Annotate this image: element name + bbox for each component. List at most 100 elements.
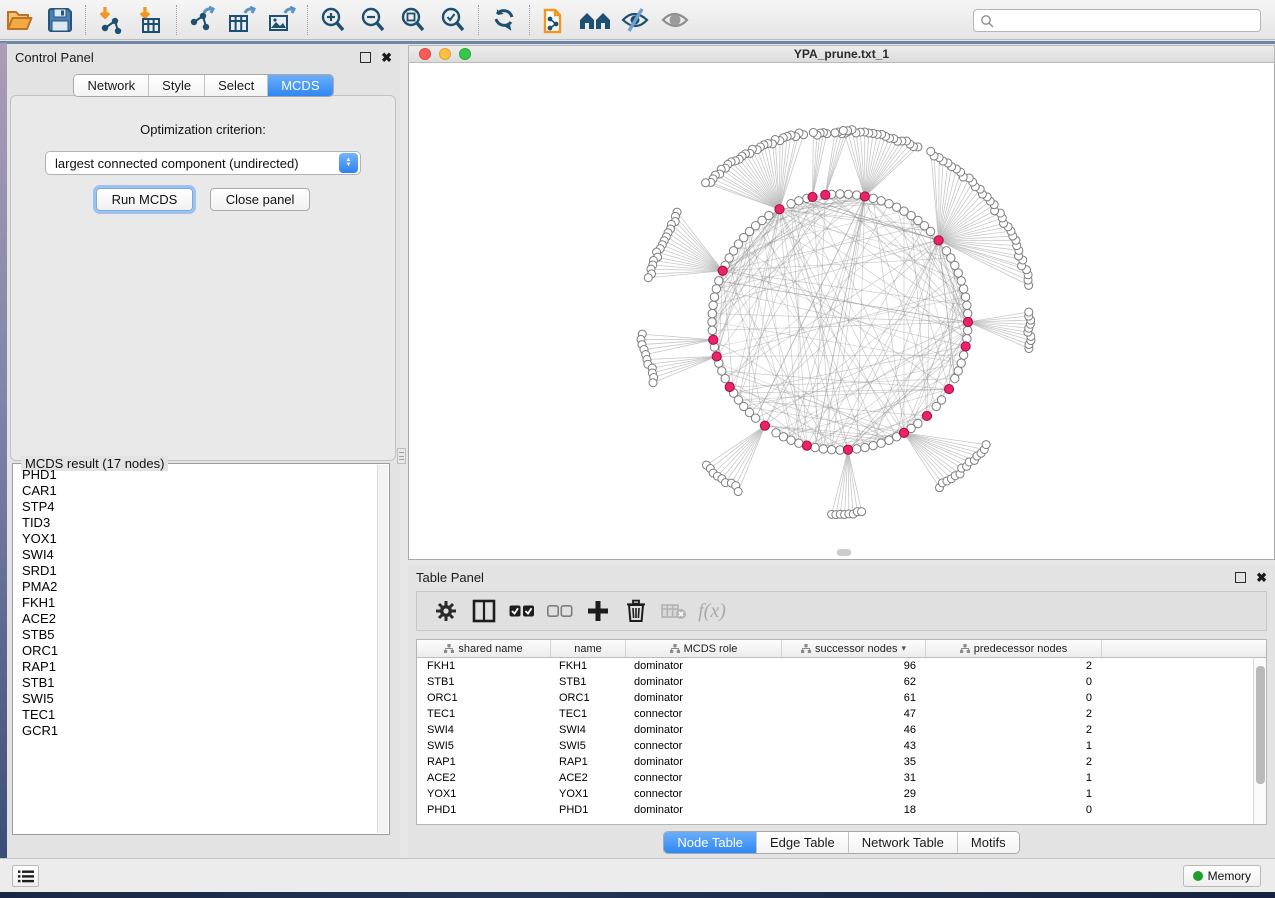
graph-node[interactable] bbox=[795, 439, 803, 447]
tab-network[interactable]: Network bbox=[74, 75, 148, 96]
graph-node[interactable] bbox=[860, 192, 869, 201]
graph-node[interactable] bbox=[708, 326, 716, 334]
graph-node[interactable] bbox=[808, 192, 817, 201]
table-row-ACE2[interactable]: ACE2ACE2connector311 bbox=[417, 770, 1266, 786]
graph-node[interactable] bbox=[712, 352, 721, 361]
hide-selected-icon[interactable] bbox=[615, 3, 655, 37]
mcds-result-item[interactable]: STP4 bbox=[14, 499, 376, 515]
graph-node[interactable] bbox=[957, 277, 965, 285]
table-row-RAP1[interactable]: RAP1RAP1dominator352 bbox=[417, 754, 1266, 770]
graph-node[interactable] bbox=[821, 190, 830, 199]
column-header-successor-nodes[interactable]: successor nodes▾ bbox=[782, 640, 926, 657]
tab-style[interactable]: Style bbox=[148, 75, 204, 96]
column-header-shared-name[interactable]: shared name bbox=[417, 640, 551, 657]
mcds-result-item[interactable]: PHD1 bbox=[14, 467, 376, 483]
graph-node[interactable] bbox=[709, 335, 718, 344]
graph-node[interactable] bbox=[957, 359, 965, 367]
table-row-YOX1[interactable]: YOX1YOX1connector291 bbox=[417, 786, 1266, 802]
graph-node[interactable] bbox=[715, 277, 723, 285]
mcds-result-item[interactable]: SRD1 bbox=[14, 563, 376, 579]
graph-node[interactable] bbox=[963, 317, 972, 326]
zoom-in-icon[interactable] bbox=[313, 3, 353, 37]
new-network-from-selection-icon[interactable] bbox=[535, 3, 575, 37]
graph-node[interactable] bbox=[827, 446, 835, 454]
graph-node[interactable] bbox=[710, 293, 718, 301]
table-row-FKH1[interactable]: FKH1FKH1dominator962 bbox=[417, 658, 1266, 674]
float-table-panel-icon[interactable] bbox=[1235, 572, 1246, 583]
graph-node[interactable] bbox=[836, 190, 844, 198]
search-input[interactable] bbox=[994, 14, 1254, 28]
table-row-SWI5[interactable]: SWI5SWI5connector431 bbox=[417, 738, 1266, 754]
select-all-checkboxes-icon[interactable] bbox=[503, 594, 541, 628]
graph-node[interactable] bbox=[869, 441, 877, 449]
tab-select[interactable]: Select bbox=[204, 75, 267, 96]
graph-node[interactable] bbox=[649, 379, 657, 387]
tab-node-table[interactable]: Node Table bbox=[664, 832, 756, 853]
graph-node[interactable] bbox=[937, 396, 945, 404]
graph-node[interactable] bbox=[964, 326, 972, 334]
table-vscrollbar[interactable] bbox=[1253, 658, 1266, 824]
table-row-TEC1[interactable]: TEC1TEC1connector472 bbox=[417, 706, 1266, 722]
graph-node[interactable] bbox=[982, 441, 990, 449]
graph-node[interactable] bbox=[718, 266, 727, 275]
graph-node[interactable] bbox=[734, 488, 742, 496]
graph-node[interactable] bbox=[839, 126, 847, 134]
graph-node[interactable] bbox=[954, 269, 962, 277]
graph-node[interactable] bbox=[644, 274, 652, 282]
column-layout-icon[interactable] bbox=[465, 594, 503, 628]
graph-node[interactable] bbox=[751, 414, 759, 422]
graph-node[interactable] bbox=[831, 129, 839, 137]
import-network-icon[interactable] bbox=[91, 3, 131, 37]
graph-node[interactable] bbox=[702, 179, 710, 187]
graph-node[interactable] bbox=[775, 205, 784, 214]
mcds-result-item[interactable]: SWI4 bbox=[14, 547, 376, 563]
table-row-ORC1[interactable]: ORC1ORC1dominator610 bbox=[417, 690, 1266, 706]
graph-node[interactable] bbox=[944, 384, 953, 393]
graph-node[interactable] bbox=[760, 421, 769, 430]
graph-node[interactable] bbox=[809, 129, 817, 137]
network-window-titlebar[interactable]: YPA_prune.txt_1 bbox=[408, 45, 1275, 63]
graph-node[interactable] bbox=[1025, 308, 1033, 316]
graph-node[interactable] bbox=[877, 439, 885, 447]
task-history-button[interactable] bbox=[12, 865, 39, 887]
mcds-result-item[interactable]: PMA2 bbox=[14, 579, 376, 595]
tab-edge-table[interactable]: Edge Table bbox=[756, 832, 848, 853]
network-graph[interactable] bbox=[409, 63, 1274, 558]
mcds-result-item[interactable]: ACE2 bbox=[14, 611, 376, 627]
tab-mcds[interactable]: MCDS bbox=[267, 75, 332, 96]
search-box[interactable] bbox=[973, 9, 1261, 32]
table-row-PHD1[interactable]: PHD1PHD1dominator180 bbox=[417, 802, 1266, 818]
mcds-result-item[interactable]: STB5 bbox=[14, 627, 376, 643]
table-row-SWI4[interactable]: SWI4SWI4dominator462 bbox=[417, 722, 1266, 738]
add-column-icon[interactable] bbox=[579, 594, 617, 628]
graph-node[interactable] bbox=[885, 436, 893, 444]
mcds-list-scrollbar[interactable] bbox=[377, 465, 388, 833]
first-neighbors-icon[interactable] bbox=[575, 3, 615, 37]
graph-node[interactable] bbox=[963, 301, 971, 309]
import-table-icon[interactable] bbox=[131, 3, 171, 37]
mcds-result-item[interactable]: STB1 bbox=[14, 675, 376, 691]
mcds-result-item[interactable]: GCR1 bbox=[14, 723, 376, 739]
graph-node[interactable] bbox=[892, 203, 900, 211]
export-network-icon[interactable] bbox=[182, 3, 222, 37]
graph-node[interactable] bbox=[787, 436, 795, 444]
mcds-result-item[interactable]: TEC1 bbox=[14, 707, 376, 723]
graph-node[interactable] bbox=[844, 190, 852, 198]
graph-node[interactable] bbox=[718, 367, 726, 375]
graph-node[interactable] bbox=[914, 419, 922, 427]
graph-node[interactable] bbox=[787, 200, 795, 208]
close-panel-button[interactable]: Close panel bbox=[210, 188, 311, 211]
open-file-icon[interactable] bbox=[0, 3, 40, 37]
tab-network-table[interactable]: Network Table bbox=[848, 832, 957, 853]
graph-node[interactable] bbox=[959, 285, 967, 293]
graph-node[interactable] bbox=[708, 318, 716, 326]
column-header-name[interactable]: name bbox=[551, 640, 626, 657]
zoom-selected-icon[interactable] bbox=[433, 3, 473, 37]
graph-node[interactable] bbox=[795, 197, 803, 205]
graph-node[interactable] bbox=[927, 147, 935, 155]
mcds-result-item[interactable]: FKH1 bbox=[14, 595, 376, 611]
column-header-MCDS-role[interactable]: MCDS role bbox=[626, 640, 782, 657]
graph-node[interactable] bbox=[843, 445, 852, 454]
graph-node[interactable] bbox=[721, 374, 729, 382]
graph-node[interactable] bbox=[961, 342, 970, 351]
